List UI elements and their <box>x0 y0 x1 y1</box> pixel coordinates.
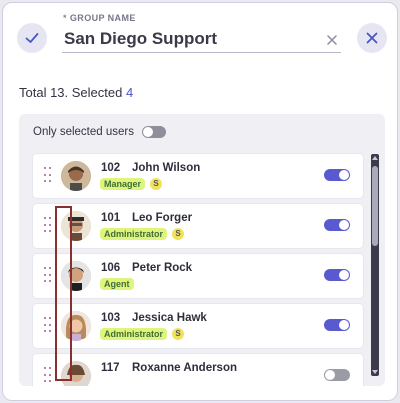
user-id: 101 <box>101 212 121 224</box>
only-selected-label: Only selected users <box>33 126 134 138</box>
drag-handle-icon[interactable] <box>44 367 52 385</box>
s-badge: S <box>172 228 185 240</box>
users-panel: Only selected users 102 John Wilson Mana… <box>19 114 385 386</box>
role-badge: Administrator <box>100 328 168 340</box>
selection-summary: Total 13. Selected 4 <box>19 85 133 100</box>
role-badge: Administrator <box>100 228 168 240</box>
scroll-up-icon[interactable] <box>372 156 378 160</box>
s-badge: S <box>150 178 163 190</box>
user-id: 103 <box>101 312 121 324</box>
close-icon <box>366 32 378 44</box>
avatar <box>61 311 91 341</box>
avatar <box>61 211 91 241</box>
user-id: 102 <box>101 162 121 174</box>
user-select-toggle[interactable] <box>324 169 350 181</box>
toggle-knob <box>339 170 349 180</box>
total-selected-text: Total 13. Selected <box>19 85 123 100</box>
group-name-input[interactable] <box>62 27 341 53</box>
user-name: Roxanne Anderson <box>132 362 238 374</box>
user-select-toggle[interactable] <box>324 269 350 281</box>
user-row[interactable]: 103 Jessica Hawk Administrator S <box>33 304 363 348</box>
avatar <box>61 261 91 291</box>
selected-count: 4 <box>125 85 134 100</box>
scroll-down-icon[interactable] <box>372 370 378 374</box>
group-name-label: * GROUP NAME <box>63 13 136 23</box>
user-row[interactable]: 101 Leo Forger Administrator S <box>33 204 363 248</box>
toggle-knob <box>339 270 349 280</box>
user-row[interactable]: 117 Roxanne Anderson <box>33 354 363 386</box>
user-id: 117 <box>101 362 120 374</box>
toggle-knob <box>325 370 335 380</box>
avatar <box>61 161 91 191</box>
toggle-knob <box>339 320 349 330</box>
close-button[interactable] <box>357 23 387 53</box>
user-name: Leo Forger <box>132 212 193 224</box>
list-scrollbar[interactable] <box>371 154 379 376</box>
toggle-knob <box>339 220 349 230</box>
only-selected-toggle[interactable] <box>142 126 166 138</box>
user-row[interactable]: 102 John Wilson Manager S <box>33 154 363 198</box>
avatar <box>61 361 91 386</box>
drag-handle-icon[interactable] <box>44 267 52 285</box>
role-badge: Agent <box>100 278 134 290</box>
only-selected-filter: Only selected users <box>33 126 166 138</box>
toggle-knob <box>143 127 153 137</box>
s-badge: S <box>172 328 185 340</box>
user-name: Peter Rock <box>132 262 193 274</box>
user-select-toggle[interactable] <box>324 319 350 331</box>
user-name: Jessica Hawk <box>132 312 207 324</box>
user-badges: Agent <box>100 278 134 290</box>
scroll-thumb[interactable] <box>372 166 378 246</box>
drag-handle-icon[interactable] <box>44 167 52 185</box>
user-name: John Wilson <box>132 162 201 174</box>
user-list: 102 John Wilson Manager S 101 Leo Forger… <box>33 154 365 386</box>
user-badges: Administrator S <box>100 328 185 340</box>
user-id: 106 <box>101 262 121 274</box>
role-badge: Manager <box>100 178 146 190</box>
drag-handle-icon[interactable] <box>44 217 52 235</box>
drag-handle-icon[interactable] <box>44 317 52 335</box>
user-badges: Administrator S <box>100 228 185 240</box>
confirm-button[interactable] <box>17 23 47 53</box>
user-row[interactable]: 106 Peter Rock Agent <box>33 254 363 298</box>
clear-x-icon[interactable] <box>325 33 339 47</box>
group-editor-window: *GROUP NAME Total 13. Selected 4 Only se… <box>2 2 398 401</box>
user-badges: Manager S <box>100 178 163 190</box>
user-select-toggle[interactable] <box>324 219 350 231</box>
check-icon <box>25 33 39 43</box>
user-select-toggle[interactable] <box>324 369 350 381</box>
